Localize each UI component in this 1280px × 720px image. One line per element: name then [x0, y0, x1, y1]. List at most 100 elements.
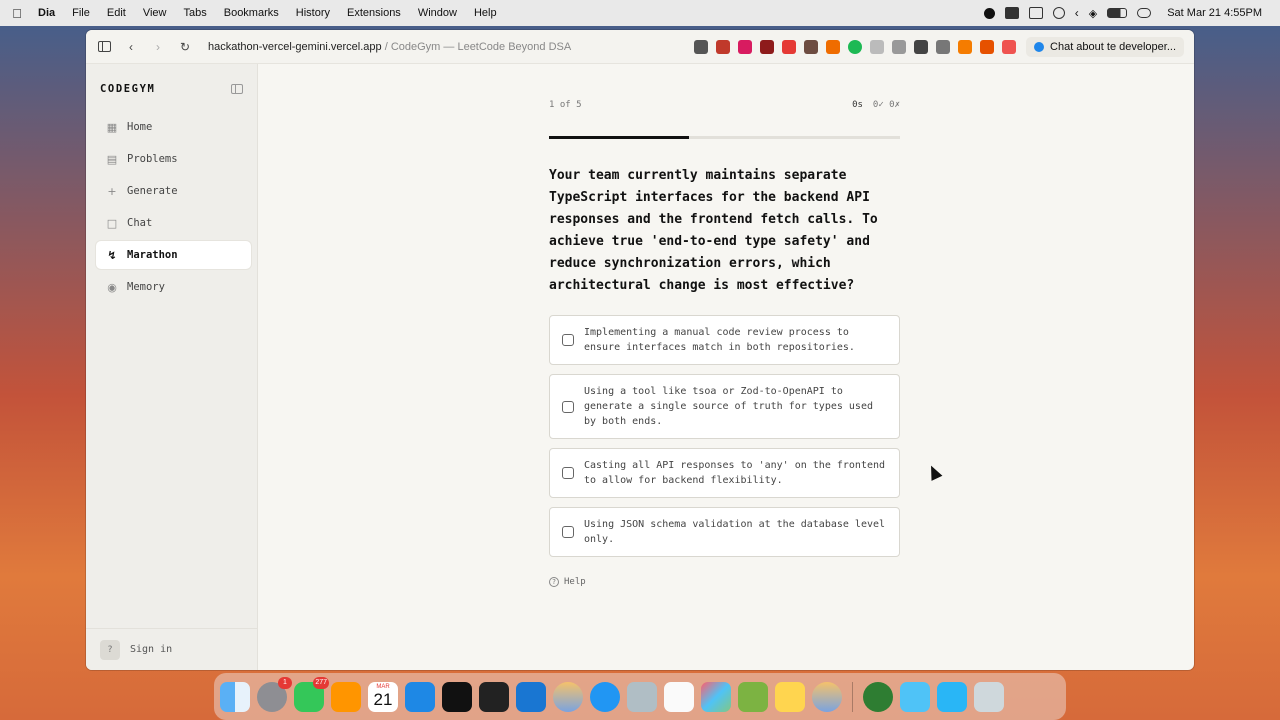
url-separator: /	[381, 40, 391, 53]
reminders-icon[interactable]	[664, 681, 694, 712]
main-content: 1 of 5 0s 0✓ 0✗ Your team currently main…	[259, 64, 1194, 670]
menu-window[interactable]: Window	[418, 7, 457, 19]
extension-icon[interactable]	[848, 39, 863, 54]
history-icon[interactable]	[1052, 7, 1065, 19]
status-area: ‹ ◈ Sat Mar 21 4:55PM	[983, 6, 1270, 20]
sign-in-label: Sign in	[130, 644, 173, 655]
checkbox[interactable]	[562, 334, 574, 346]
sidebar-item-label: Generate	[127, 185, 178, 197]
battery-icon[interactable]	[1107, 8, 1128, 18]
help-link[interactable]: ? Help	[549, 577, 900, 587]
activity-monitor-icon[interactable]	[442, 681, 472, 712]
extension-icon[interactable]	[804, 39, 819, 54]
answer-options: Implementing a manual code review proces…	[549, 315, 900, 557]
chevron-left-icon[interactable]: ‹	[1075, 6, 1079, 20]
grid-icon: ▦	[106, 120, 118, 134]
extension-icon[interactable]	[826, 39, 841, 54]
launchpad-icon[interactable]	[701, 681, 731, 712]
sidebar-toggle-icon[interactable]	[96, 39, 112, 55]
quiz-header: 1 of 5 0s 0✓ 0✗	[549, 100, 900, 110]
extension-icon[interactable]	[694, 39, 709, 54]
xcode-icon[interactable]	[738, 681, 768, 712]
calendar-icon[interactable]: MAR 21	[368, 681, 398, 712]
app-icon[interactable]	[863, 681, 893, 712]
answer-option[interactable]: Implementing a manual code review proces…	[549, 315, 900, 365]
extension-icon[interactable]	[892, 39, 907, 54]
menu-edit[interactable]: Edit	[107, 7, 126, 19]
answer-option[interactable]: Using JSON schema validation at the data…	[549, 507, 900, 557]
sidebar-item-chat[interactable]: □ Chat	[96, 209, 251, 237]
extension-icon[interactable]	[936, 39, 951, 54]
answer-option-text: Using JSON schema validation at the data…	[584, 519, 886, 545]
extension-icon[interactable]	[716, 39, 731, 54]
app-icon[interactable]	[812, 681, 842, 712]
sign-in-button[interactable]: ? Sign in	[86, 628, 257, 670]
preview-icon[interactable]	[627, 681, 657, 712]
checkbox[interactable]	[562, 526, 574, 538]
menu-bookmarks[interactable]: Bookmarks	[224, 7, 279, 19]
sidebar-item-problems[interactable]: ▤ Problems	[96, 145, 251, 173]
dia-browser-icon[interactable]	[553, 681, 583, 712]
menu-tabs[interactable]: Tabs	[183, 7, 206, 19]
menu-history[interactable]: History	[296, 7, 330, 19]
extension-icon[interactable]	[980, 39, 995, 54]
extension-icon[interactable]	[870, 39, 885, 54]
clock[interactable]: Sat Mar 21 4:55PM	[1167, 7, 1262, 19]
menu-app-name[interactable]: Dia	[38, 7, 55, 19]
address-bar[interactable]: hackathon-vercel-gemini.vercel.app / Cod…	[208, 41, 571, 53]
reload-icon[interactable]: ↻	[177, 39, 193, 55]
system-settings-icon[interactable]: 1	[257, 676, 292, 712]
extension-icon[interactable]	[914, 39, 929, 54]
screen-icon[interactable]	[1028, 7, 1043, 19]
vscode-icon[interactable]	[516, 681, 546, 712]
chat-bubble-icon: □	[106, 216, 118, 230]
trash-icon[interactable]	[974, 681, 1004, 712]
menu-extensions[interactable]: Extensions	[347, 7, 401, 19]
messages-icon[interactable]: 277	[294, 676, 329, 712]
menu-file[interactable]: File	[72, 7, 90, 19]
answer-option[interactable]: Using a tool like tsoa or Zod-to-OpenAPI…	[549, 374, 900, 439]
extension-icon[interactable]	[738, 39, 753, 54]
question-text: Your team currently maintains separate T…	[549, 168, 878, 293]
terminal-icon[interactable]	[479, 681, 509, 712]
collapse-sidebar-icon[interactable]	[231, 84, 243, 94]
safari-icon[interactable]	[590, 681, 620, 712]
progress-bar	[549, 136, 900, 139]
extension-icon[interactable]	[1002, 39, 1017, 54]
sidebar-nav: ▦ Home ▤ Problems + Generate □ Chat ↯ Ma…	[86, 113, 257, 301]
finder-icon[interactable]	[220, 681, 250, 712]
forward-icon[interactable]: ›	[150, 39, 166, 55]
record-icon[interactable]	[983, 7, 995, 19]
progress-fill	[549, 136, 690, 139]
help-icon: ?	[549, 577, 559, 587]
extension-icon[interactable]	[760, 39, 775, 54]
answer-option[interactable]: Casting all API responses to 'any' on th…	[549, 448, 900, 498]
sidebar-item-memory[interactable]: ◉ Memory	[96, 273, 251, 301]
lightning-icon: ↯	[107, 248, 117, 262]
sidebar-item-home[interactable]: ▦ Home	[96, 113, 251, 141]
toggle-icon[interactable]	[1004, 7, 1019, 19]
sidebar-item-label: Problems	[127, 153, 178, 165]
wifi-icon[interactable]: ◈	[1089, 7, 1097, 20]
chat-assistant-button[interactable]: Chat about te developer...	[1026, 36, 1184, 57]
sidebar-item-label: Marathon	[127, 249, 178, 261]
extension-icon[interactable]	[958, 39, 973, 54]
menu-help[interactable]: Help	[474, 7, 497, 19]
control-center-icon[interactable]	[1137, 8, 1152, 18]
books-icon[interactable]	[331, 681, 361, 712]
checkbox[interactable]	[562, 400, 574, 413]
chat-bubble-icon	[1034, 41, 1045, 52]
extension-icon[interactable]	[782, 39, 797, 54]
brand-logo[interactable]: CODEGYM	[100, 83, 155, 95]
apple-icon[interactable]: 	[10, 6, 24, 21]
help-label: Help	[564, 577, 586, 587]
folder-icon[interactable]	[900, 681, 930, 712]
back-icon[interactable]: ‹	[123, 39, 139, 55]
mail-icon[interactable]	[405, 681, 435, 712]
sidebar-item-marathon[interactable]: ↯ Marathon	[96, 241, 251, 269]
sidebar-item-generate[interactable]: + Generate	[96, 177, 251, 205]
folder-icon[interactable]	[937, 681, 967, 712]
checkbox[interactable]	[562, 467, 574, 479]
menu-view[interactable]: View	[143, 7, 167, 19]
notes-icon[interactable]	[775, 681, 805, 712]
